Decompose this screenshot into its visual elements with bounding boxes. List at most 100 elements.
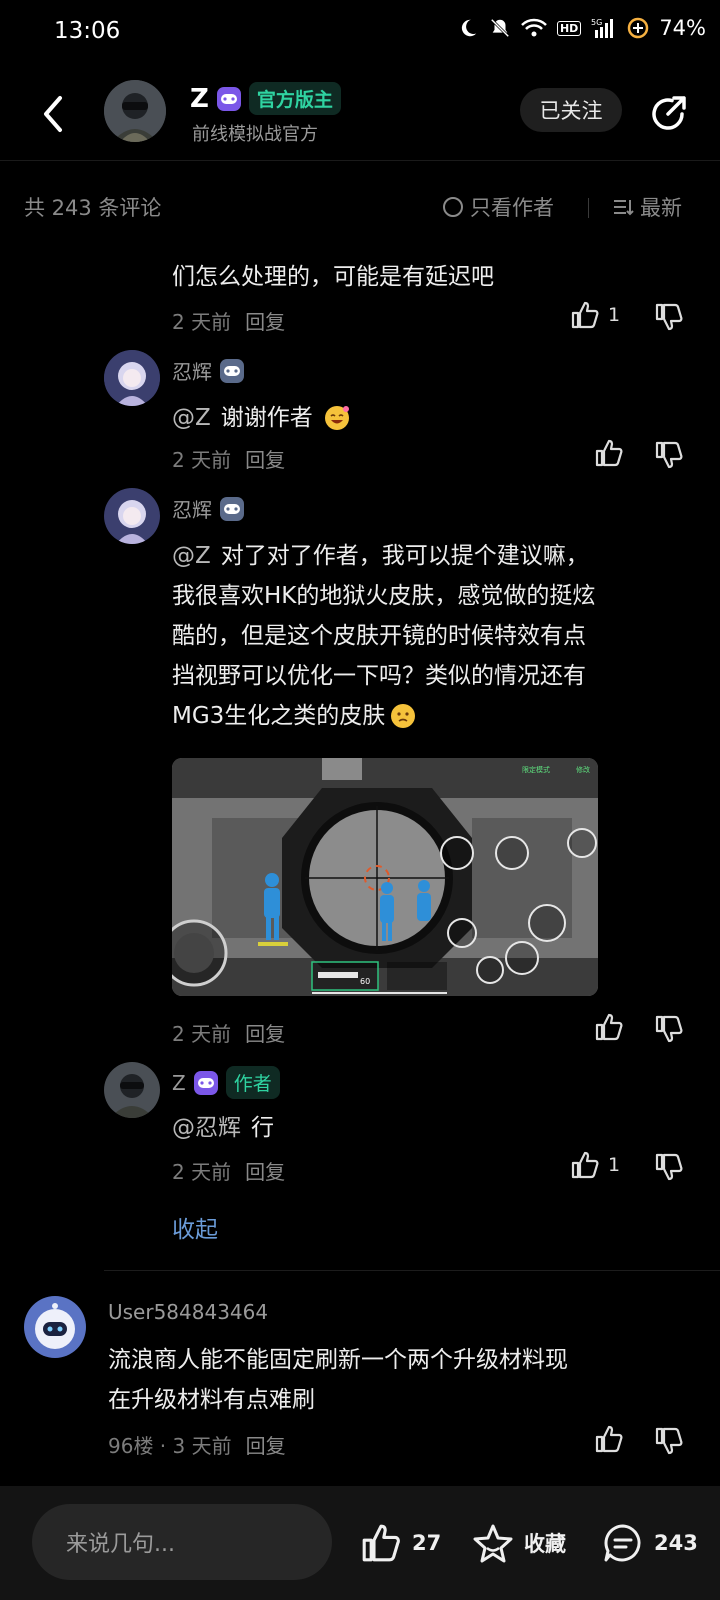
hud-edit: 修改 [576,765,590,774]
author-subtitle: 前线模拟战官方 [192,124,318,145]
thumbs-up-icon [594,1012,624,1042]
svg-text:5G: 5G [591,18,602,27]
reply-button[interactable]: 回复 [246,1430,286,1459]
wifi-icon [521,17,547,39]
reply-button[interactable]: 回复 [245,444,285,473]
comments-button[interactable]: 243 [602,1522,698,1564]
gamepad-badge-icon [216,86,241,111]
dislike-button[interactable] [654,440,684,470]
like-button[interactable]: 1 [570,1150,620,1180]
star-icon [472,1522,514,1564]
gamepad-badge-icon [220,496,244,521]
radio-circle-icon [442,196,464,218]
user-name-row: 忍辉 [172,494,244,523]
reply-text: 行 [251,1115,274,1141]
comment-line: 流浪商人能不能固定刷新一个两个升级材料现 [108,1347,568,1373]
like-button[interactable] [594,1424,624,1454]
dislike-button[interactable] [654,302,684,332]
author-name[interactable]: Z [190,84,209,114]
reply-time: 2 天前 [172,448,232,472]
user-name[interactable]: 忍辉 [172,494,212,523]
thumbs-up-icon [594,438,624,468]
dislike-button[interactable] [654,1014,684,1044]
user-name[interactable]: User584843464 [108,1300,268,1324]
reply-text: 们怎么处理的，可能是有延迟吧 [172,264,494,290]
dislike-button[interactable] [654,1426,684,1456]
comment-line: 在升级材料有点难刷 [108,1387,315,1413]
reply-line: MG3生化之类的皮肤 [172,696,692,736]
mention[interactable]: @忍辉 [172,1108,241,1148]
author-tag: 作者 [225,1066,280,1099]
reply-line-text: 对了对了作者，我可以提个建议嘛， [220,543,589,569]
reply-time: 2 天前 [172,1160,232,1184]
smile-emoji-icon [323,404,351,432]
reply-line: 我很喜欢HK的地狱火皮肤，感觉做的挺炫 [172,583,596,609]
comments-count: 243 [654,1531,698,1555]
sort-icon [612,196,634,218]
only-author-label: 只看作者 [470,196,554,220]
like-count: 1 [608,304,621,326]
thumbs-down-icon [654,302,684,332]
reply-button[interactable]: 回复 [245,306,285,335]
battery-icon [627,17,649,39]
reply-line: 挡视野可以优化一下吗？类似的情况还有 [172,663,586,689]
reply-meta: 2 天前 回复 [172,306,285,335]
user-name-row: Z 作者 [172,1066,280,1099]
like-count: 1 [608,1154,621,1176]
hud-mode: 限定模式 [522,765,550,774]
reply-meta: 2 天前 回复 [172,1156,285,1185]
reply-time: 2 天前 [172,1022,232,1046]
filter-divider [588,198,589,218]
post-like-button[interactable]: 27 [360,1522,441,1564]
author-name-row: Z 官方版主 [190,82,341,115]
bell-off-icon [489,17,511,39]
thumbs-down-icon [654,1014,684,1044]
like-button[interactable] [594,438,624,468]
like-button[interactable] [594,1012,624,1042]
favorite-label: 收藏 [524,1532,566,1556]
share-icon[interactable] [646,92,690,136]
user-name[interactable]: Z [172,1071,186,1095]
thumbs-up-icon [594,1424,624,1454]
back-button[interactable] [38,92,68,136]
reply-line: @Z 对了对了作者，我可以提个建议嘛， [172,536,692,576]
mention[interactable]: @Z [172,536,211,576]
user-name-row: 忍辉 [172,356,244,385]
gamepad-badge-icon [193,1070,218,1095]
user-avatar[interactable] [24,1296,86,1358]
thumbs-down-icon [654,440,684,470]
comment-bubble-icon [602,1522,644,1564]
post-header: Z 官方版主 前线模拟战官方 已关注 [0,70,720,161]
gamepad-badge-icon [220,358,244,383]
hd-icon: HD [556,20,582,36]
reply-button[interactable]: 回复 [245,1018,285,1047]
reply-time: 2 天前 [172,310,232,334]
author-avatar[interactable] [104,1062,160,1118]
reply-line: 酷的，但是这个皮肤开镜的时候特效有点 [172,623,586,649]
user-avatar[interactable] [104,488,160,544]
comment-input[interactable]: 来说几句... [32,1504,332,1580]
sort-toggle[interactable]: 最新 [612,192,682,222]
attached-game-screenshot[interactable]: 60 限定模式 修改 [172,758,598,996]
collapse-replies-button[interactable]: 收起 [172,1210,218,1244]
only-author-toggle[interactable]: 只看作者 [442,192,554,222]
status-bar: 13:06 HD 5G 74% [0,0,720,64]
user-avatar[interactable] [104,350,160,406]
dislike-button[interactable] [654,1152,684,1182]
user-name[interactable]: 忍辉 [172,356,212,385]
post-like-count: 27 [412,1531,442,1555]
comment-count: 共 243 条评论 [24,196,162,220]
follow-button[interactable]: 已关注 [520,88,622,132]
battery-percent: 74% [659,16,706,40]
status-time: 13:06 [54,18,121,44]
author-avatar[interactable] [104,80,166,142]
reply-line-text: MG3生化之类的皮肤 [172,703,386,729]
mention[interactable]: @Z [172,398,211,438]
reply-button[interactable]: 回复 [245,1156,285,1185]
like-button[interactable]: 1 [570,300,620,330]
thinking-emoji-icon [389,702,417,730]
floor-time: 96楼 · 3 天前 [108,1434,232,1458]
comment-body: 流浪商人能不能固定刷新一个两个升级材料现 在升级材料有点难刷 [108,1340,688,1420]
favorite-button[interactable]: 收藏 [472,1522,566,1564]
comment-filter-bar: 共 243 条评论 只看作者 最新 [0,186,720,230]
